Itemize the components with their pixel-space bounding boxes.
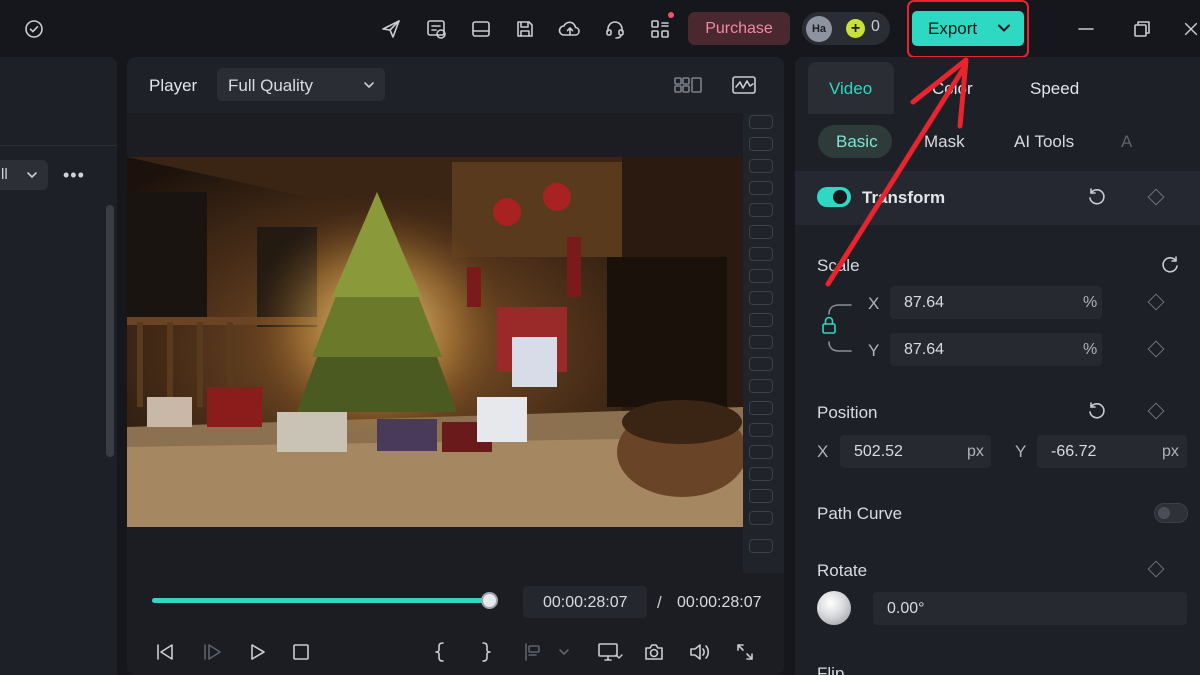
rotate-value: 0.00° — [887, 600, 925, 617]
position-x-label: X — [817, 442, 829, 461]
previous-frame-icon[interactable] — [152, 639, 178, 665]
filmstrip-frame — [749, 225, 773, 239]
scale-x-label: X — [868, 294, 880, 313]
scale-lock-icon[interactable] — [818, 296, 856, 360]
video-preview[interactable] — [127, 157, 743, 527]
insert-options-chevron-icon[interactable] — [555, 644, 573, 660]
filmstrip-frame — [749, 401, 773, 415]
snapshot-camera-icon[interactable] — [641, 639, 667, 665]
filmstrip-frame — [749, 379, 773, 393]
filmstrip-frame — [749, 335, 773, 349]
position-y-value: -66.72 — [1051, 443, 1097, 460]
annotation-arrow — [825, 57, 969, 287]
rotate-label: Rotate — [817, 561, 868, 580]
total-time: 00:00:28:07 — [677, 594, 762, 611]
media-panel-divider — [0, 145, 117, 146]
restore-window-icon[interactable] — [1128, 16, 1156, 42]
media-filter-value: ll — [1, 166, 8, 183]
playback-progress-fill — [152, 598, 490, 603]
play-icon[interactable] — [244, 639, 270, 665]
subtab-more[interactable]: A — [1121, 132, 1132, 152]
media-scrollbar[interactable] — [106, 205, 114, 457]
next-frame-icon[interactable] — [199, 639, 225, 665]
cloud-upload-icon[interactable] — [557, 16, 583, 42]
position-x-value: 502.52 — [854, 443, 903, 460]
scale-y-unit: % — [1083, 341, 1098, 358]
filmstrip-frame — [749, 313, 773, 327]
display-settings-icon[interactable] — [595, 639, 625, 665]
grid-view-icon[interactable] — [672, 72, 704, 98]
rotate-dial[interactable] — [817, 591, 851, 625]
more-options-button[interactable]: ••• — [63, 165, 85, 186]
reset-scale-icon[interactable] — [1158, 253, 1182, 277]
path-curve-toggle-knob — [1158, 507, 1170, 519]
minimize-window-icon[interactable] — [1072, 16, 1100, 42]
apps-grid-icon[interactable] — [647, 16, 673, 42]
mark-in-icon[interactable] — [428, 639, 452, 665]
path-curve-label: Path Curve — [817, 504, 903, 523]
scale-x-value: 87.64 — [904, 294, 945, 311]
layout-icon[interactable] — [468, 16, 494, 42]
reset-transform-icon[interactable] — [1085, 185, 1109, 209]
filmstrip-frame — [749, 357, 773, 371]
filmstrip-frame — [749, 511, 773, 525]
filmstrip-frame — [749, 269, 773, 283]
filmstrip-frame — [749, 423, 773, 437]
clip-history-icon[interactable] — [423, 16, 449, 42]
save-icon[interactable] — [512, 16, 538, 42]
insert-clip-icon[interactable] — [518, 639, 546, 665]
filmstrip-frame — [749, 115, 773, 129]
send-feedback-icon[interactable] — [378, 16, 404, 42]
support-headset-icon[interactable] — [602, 16, 628, 42]
volume-icon[interactable] — [686, 639, 714, 665]
media-panel — [0, 57, 117, 675]
position-y-label: Y — [1015, 442, 1027, 461]
avatar[interactable]: Ha — [806, 16, 832, 42]
position-x-unit: px — [967, 443, 984, 460]
scale-y-label: Y — [868, 341, 880, 360]
close-window-icon[interactable] — [1182, 16, 1200, 42]
position-y-unit: px — [1162, 443, 1179, 460]
filmstrip-frame — [749, 291, 773, 305]
quality-chevron-down-icon[interactable] — [361, 78, 377, 92]
export-highlight-box — [907, 0, 1029, 58]
flip-label: Flip — [817, 664, 845, 675]
player-title: Player — [149, 76, 198, 95]
credits-count: 0 — [871, 18, 880, 35]
quality-value: Full Quality — [228, 76, 314, 95]
tab-speed[interactable]: Speed — [1030, 79, 1079, 99]
filmstrip-frame — [749, 247, 773, 261]
time-separator: / — [657, 593, 662, 612]
status-check-icon[interactable] — [22, 17, 46, 41]
current-time: 00:00:28:07 — [543, 594, 628, 611]
waveform-scope-icon[interactable] — [730, 72, 758, 98]
credits-icon: + — [846, 19, 865, 38]
subtab-ai-tools[interactable]: AI Tools — [1014, 132, 1074, 152]
filmstrip-frame — [749, 467, 773, 481]
filmstrip-frame — [749, 445, 773, 459]
scale-y-value: 87.64 — [904, 341, 945, 358]
filmstrip-frame — [749, 203, 773, 217]
position-label: Position — [817, 403, 878, 422]
filmstrip-frame — [749, 489, 773, 503]
filmstrip-frame — [749, 181, 773, 195]
scale-x-unit: % — [1083, 294, 1098, 311]
purchase-button[interactable]: Purchase — [688, 12, 790, 45]
filmstrip-frame — [749, 539, 773, 553]
filter-chevron-down-icon[interactable] — [24, 168, 40, 182]
stop-icon[interactable] — [288, 639, 314, 665]
filmstrip-frame — [749, 137, 773, 151]
playhead-handle[interactable] — [481, 592, 498, 609]
notification-dot — [668, 12, 674, 18]
reset-position-icon[interactable] — [1085, 399, 1109, 423]
fullscreen-icon[interactable] — [732, 639, 758, 665]
mark-out-icon[interactable] — [474, 639, 498, 665]
filmstrip-frame — [749, 159, 773, 173]
